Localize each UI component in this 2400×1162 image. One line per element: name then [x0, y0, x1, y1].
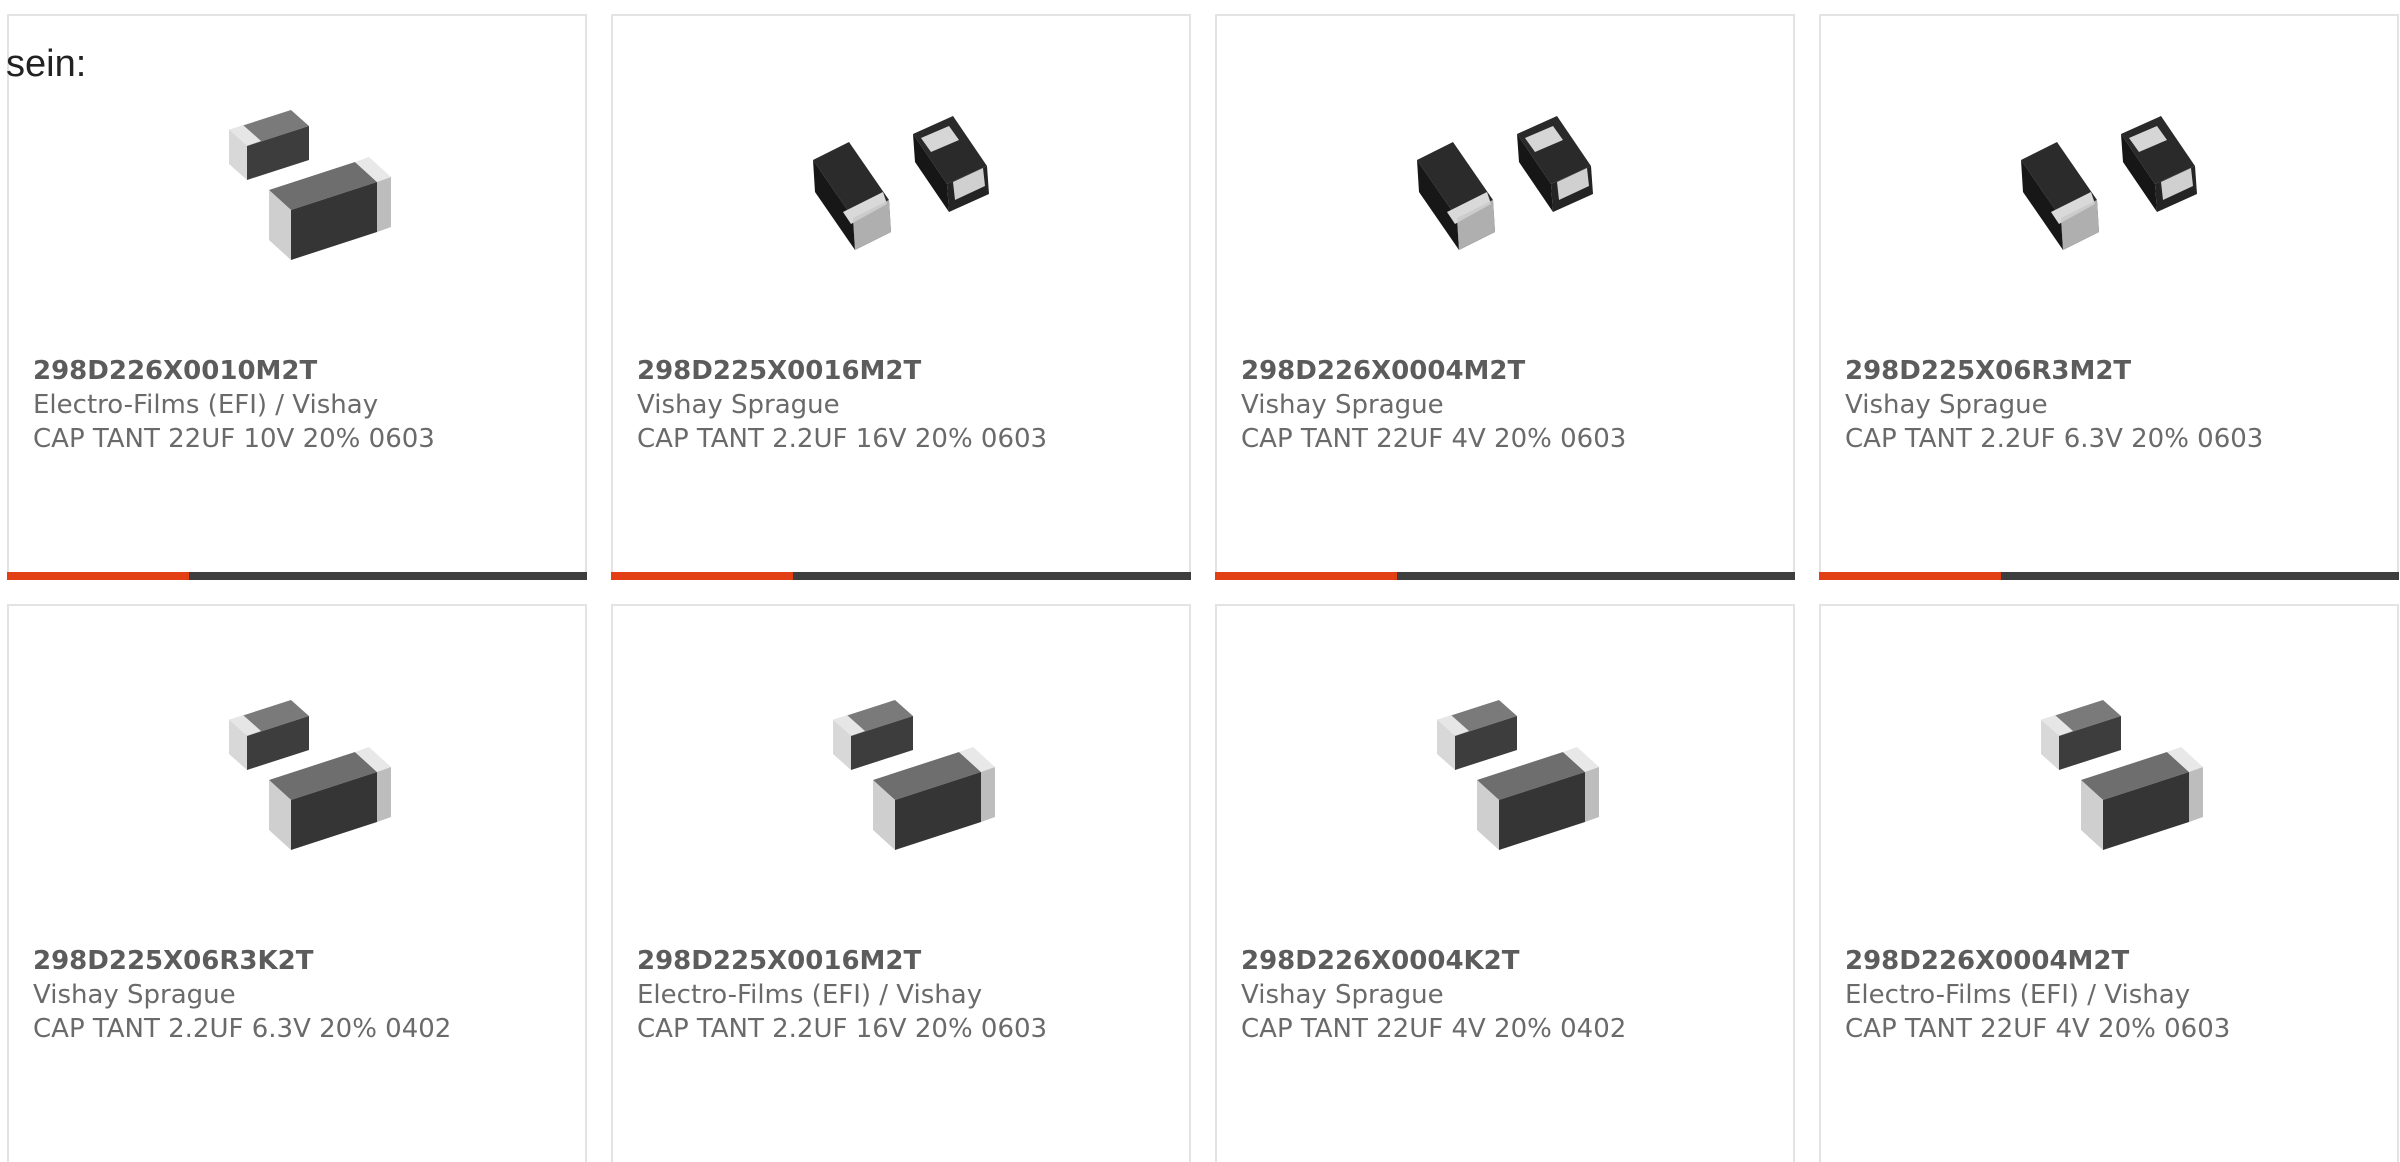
product-card[interactable]: 298D226X0004M2T Vishay Sprague CAP TANT …: [1215, 14, 1795, 580]
intro-text: sein:: [6, 43, 87, 85]
product-card[interactable]: 298D225X06R3M2T Vishay Sprague CAP TANT …: [1819, 14, 2399, 580]
capacitor-pair-dark-icon: [803, 82, 1003, 282]
product-image: [1417, 116, 1593, 250]
capacitor-pair-dark-icon: [2011, 82, 2211, 282]
card-progress-bar: [611, 572, 1191, 580]
product-info: 298D226X0004M2T Electro-Films (EFI) / Vi…: [1845, 944, 2387, 1046]
product-card[interactable]: 298D225X0016M2T Electro-Films (EFI) / Vi…: [611, 604, 1191, 1162]
product-grid: 298D226X0010M2T Electro-Films (EFI) / Vi…: [7, 14, 2400, 1162]
capacitor-pair-light-icon: [2011, 672, 2211, 872]
description: CAP TANT 2.2UF 6.3V 20% 0603: [1845, 424, 2264, 454]
description: CAP TANT 2.2UF 16V 20% 0603: [637, 424, 1048, 454]
product-info: 298D226X0004K2T Vishay Sprague CAP TANT …: [1241, 944, 1783, 1046]
part-number[interactable]: 298D226X0004M2T: [1845, 944, 2387, 978]
page: sein: 298D226X0010M2T Electro-Films (EFI…: [0, 0, 2400, 1162]
manufacturer: Electro-Films (EFI) / Vishay: [637, 980, 983, 1010]
card-bar-accent: [1215, 572, 1397, 580]
card-progress-bar: [1215, 572, 1795, 580]
card-progress-bar: [1819, 572, 2399, 580]
capacitor-pair-light-icon: [199, 672, 399, 872]
part-number[interactable]: 298D226X0010M2T: [33, 354, 575, 388]
manufacturer: Vishay Sprague: [33, 980, 236, 1010]
product-info: 298D225X06R3M2T Vishay Sprague CAP TANT …: [1845, 354, 2387, 456]
product-image: [229, 110, 391, 260]
card-bar-accent: [7, 572, 189, 580]
manufacturer: Electro-Films (EFI) / Vishay: [1845, 980, 2191, 1010]
product-info: 298D225X0016M2T Electro-Films (EFI) / Vi…: [637, 944, 1179, 1046]
product-image: [813, 116, 989, 250]
part-number[interactable]: 298D225X06R3M2T: [1845, 354, 2387, 388]
part-number[interactable]: 298D225X0016M2T: [637, 354, 1179, 388]
product-image: [2021, 116, 2197, 250]
card-bar-accent: [611, 572, 793, 580]
product-info: 298D225X06R3K2T Vishay Sprague CAP TANT …: [33, 944, 575, 1046]
product-info: 298D225X0016M2T Vishay Sprague CAP TANT …: [637, 354, 1179, 456]
manufacturer: Vishay Sprague: [1241, 980, 1444, 1010]
capacitor-pair-light-icon: [1407, 672, 1607, 872]
product-image: [229, 700, 391, 850]
capacitor-pair-dark-icon: [1407, 82, 1607, 282]
product-card[interactable]: 298D225X06R3K2T Vishay Sprague CAP TANT …: [7, 604, 587, 1162]
part-number[interactable]: 298D225X06R3K2T: [33, 944, 575, 978]
manufacturer: Vishay Sprague: [1241, 390, 1444, 420]
product-info: 298D226X0010M2T Electro-Films (EFI) / Vi…: [33, 354, 575, 456]
product-image: [1437, 700, 1599, 850]
manufacturer: Vishay Sprague: [1845, 390, 2048, 420]
product-image: [2041, 700, 2203, 850]
description: CAP TANT 22UF 10V 20% 0603: [33, 424, 435, 454]
product-card[interactable]: 298D226X0004K2T Vishay Sprague CAP TANT …: [1215, 604, 1795, 1162]
capacitor-pair-light-icon: [803, 672, 1003, 872]
product-card[interactable]: 298D226X0004M2T Electro-Films (EFI) / Vi…: [1819, 604, 2399, 1162]
description: CAP TANT 2.2UF 16V 20% 0603: [637, 1014, 1048, 1044]
description: CAP TANT 22UF 4V 20% 0402: [1241, 1014, 1627, 1044]
part-number[interactable]: 298D225X0016M2T: [637, 944, 1179, 978]
card-progress-bar: [7, 572, 587, 580]
capacitor-pair-light-icon: [199, 82, 399, 282]
product-info: 298D226X0004M2T Vishay Sprague CAP TANT …: [1241, 354, 1783, 456]
part-number[interactable]: 298D226X0004M2T: [1241, 354, 1783, 388]
description: CAP TANT 22UF 4V 20% 0603: [1845, 1014, 2231, 1044]
description: CAP TANT 22UF 4V 20% 0603: [1241, 424, 1627, 454]
manufacturer: Electro-Films (EFI) / Vishay: [33, 390, 379, 420]
product-image: [833, 700, 995, 850]
part-number[interactable]: 298D226X0004K2T: [1241, 944, 1783, 978]
product-card[interactable]: 298D226X0010M2T Electro-Films (EFI) / Vi…: [7, 14, 587, 580]
description: CAP TANT 2.2UF 6.3V 20% 0402: [33, 1014, 452, 1044]
product-card[interactable]: 298D225X0016M2T Vishay Sprague CAP TANT …: [611, 14, 1191, 580]
card-bar-accent: [1819, 572, 2001, 580]
manufacturer: Vishay Sprague: [637, 390, 840, 420]
